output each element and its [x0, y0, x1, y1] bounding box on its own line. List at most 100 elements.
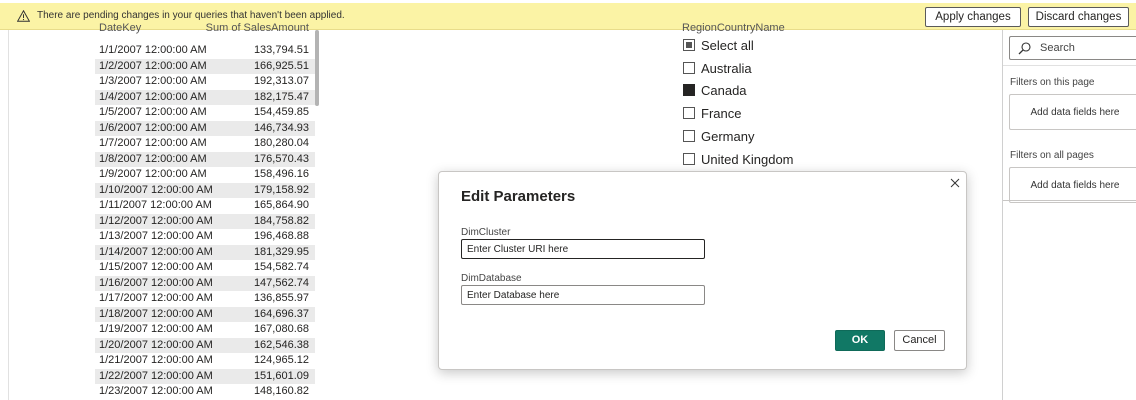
cell-datekey: 1/14/2007 12:00:00 AM — [99, 245, 213, 258]
slicer-item-germany[interactable]: Germany — [682, 128, 882, 146]
table-body: 1/1/2007 12:00:00 AM 133,794.51 1/2/2007 1… — [95, 43, 315, 400]
table-row[interactable]: 1/2/2007 12:00:00 AM 166,925.51 — [95, 58, 315, 74]
table-row[interactable]: 1/3/2007 12:00:00 AM 192,313.07 — [95, 74, 315, 90]
cell-sales-amount: 146,734.93 — [253, 121, 309, 134]
slicer-checkbox[interactable] — [683, 39, 695, 51]
slicer-title: RegionCountryName — [682, 22, 785, 34]
country-slicer: RegionCountryName Select all Australia Can… — [682, 18, 882, 168]
cell-datekey: 1/9/2007 12:00:00 AM — [99, 168, 207, 180]
slicer-item-canada[interactable]: Canada — [682, 82, 882, 100]
cell-datekey: 1/22/2007 12:00:00 AM — [99, 369, 213, 382]
close-icon[interactable] — [948, 176, 962, 190]
cell-sales-amount: 136,855.97 — [253, 292, 309, 304]
table-row[interactable]: 1/13/2007 12:00:00 AM 196,468.88 — [95, 229, 315, 245]
apply-changes-button[interactable]: Apply changes — [925, 7, 1021, 27]
search-placeholder: Search — [1040, 42, 1075, 54]
table-scrollbar[interactable] — [315, 30, 319, 106]
cell-sales-amount: 184,758.82 — [253, 214, 309, 227]
filters-pane: Search Filters on this page Add data fie… — [1002, 30, 1136, 400]
discard-changes-button[interactable]: Discard changes — [1028, 7, 1129, 27]
cell-sales-amount: 192,313.07 — [253, 75, 309, 87]
table-row[interactable]: 1/12/2007 12:00:00 AM 184,758.82 — [95, 213, 315, 229]
filters-on-all-pages-label: Filters on all pages — [1010, 150, 1094, 161]
dimcluster-label: DimCluster — [461, 227, 511, 238]
table-row[interactable]: 1/8/2007 12:00:00 AM 176,570.43 — [95, 151, 315, 167]
cell-sales-amount: 165,864.90 — [253, 199, 309, 211]
table-row[interactable]: 1/11/2007 12:00:00 AM 165,864.90 — [95, 198, 315, 214]
dimdatabase-input[interactable] — [461, 285, 705, 305]
cell-datekey: 1/7/2007 12:00:00 AM — [99, 137, 207, 149]
slicer-checkbox[interactable] — [683, 84, 695, 97]
cell-sales-amount: 147,562.74 — [253, 276, 309, 289]
slicer-checkbox[interactable] — [683, 107, 695, 120]
dimcluster-input[interactable] — [461, 239, 705, 259]
table-row[interactable]: 1/7/2007 12:00:00 AM 180,280.04 — [95, 136, 315, 152]
cell-datekey: 1/5/2007 12:00:00 AM — [99, 106, 207, 118]
slicer-checkbox[interactable] — [683, 129, 695, 142]
cell-sales-amount: 162,546.38 — [253, 338, 309, 351]
table-row[interactable]: 1/14/2007 12:00:00 AM 181,329.95 — [95, 244, 315, 260]
dropzone-text: Add data fields here — [1030, 180, 1120, 191]
slicer-item-australia[interactable]: Australia — [682, 60, 882, 78]
dropzone-text: Add data fields here — [1030, 107, 1120, 118]
cell-datekey: 1/23/2007 12:00:00 AM — [99, 385, 213, 397]
filters-on-this-page-label: Filters on this page — [1010, 77, 1095, 88]
filters-on-this-page-dropzone[interactable]: Add data fields here — [1009, 94, 1136, 130]
cell-datekey: 1/8/2007 12:00:00 AM — [99, 152, 207, 165]
column-header-sales-amount[interactable]: Sum of SalesAmount — [206, 22, 309, 34]
table-row[interactable]: 1/1/2007 12:00:00 AM 133,794.51 — [95, 43, 315, 59]
column-header-datekey[interactable]: DateKey — [99, 22, 141, 34]
cancel-button[interactable]: Cancel — [894, 330, 945, 351]
cell-sales-amount: 154,459.85 — [253, 106, 309, 118]
table-row[interactable]: 1/9/2007 12:00:00 AM 158,496.16 — [95, 167, 315, 183]
table-row[interactable]: 1/18/2007 12:00:00 AM 164,696.37 — [95, 306, 315, 322]
cell-datekey: 1/21/2007 12:00:00 AM — [99, 354, 213, 366]
cell-datekey: 1/4/2007 12:00:00 AM — [99, 90, 207, 103]
cell-sales-amount: 166,925.51 — [253, 59, 309, 72]
cell-sales-amount: 151,601.09 — [253, 369, 309, 382]
dialog-title: Edit Parameters — [461, 188, 576, 205]
warning-icon — [17, 10, 30, 22]
cell-datekey: 1/16/2007 12:00:00 AM — [99, 276, 213, 289]
table-row[interactable]: 1/15/2007 12:00:00 AM 154,582.74 — [95, 260, 315, 276]
cell-sales-amount: 148,160.82 — [253, 385, 309, 397]
slicer-checkbox[interactable] — [683, 152, 695, 165]
table-row[interactable]: 1/6/2007 12:00:00 AM 146,734.93 — [95, 120, 315, 136]
table-row[interactable]: 1/22/2007 12:00:00 AM 151,601.09 — [95, 368, 315, 384]
slicer-item-label: Canada — [701, 83, 747, 99]
cell-datekey: 1/13/2007 12:00:00 AM — [99, 230, 213, 242]
table-row[interactable]: 1/5/2007 12:00:00 AM 154,459.85 — [95, 105, 315, 121]
cell-sales-amount: 179,158.92 — [253, 183, 309, 196]
filters-search-box[interactable]: Search — [1009, 36, 1136, 60]
table-row[interactable]: 1/17/2007 12:00:00 AM 136,855.97 — [95, 291, 315, 307]
cell-datekey: 1/1/2007 12:00:00 AM — [99, 44, 207, 56]
slicer-item-label: United Kingdom — [701, 151, 794, 167]
slicer-item-label: Select all — [701, 38, 754, 53]
slicer-item-label: France — [701, 106, 742, 122]
pane-divider — [1003, 200, 1136, 201]
table-row[interactable]: 1/16/2007 12:00:00 AM 147,562.74 — [95, 275, 315, 291]
cell-datekey: 1/20/2007 12:00:00 AM — [99, 338, 213, 351]
slicer-checkbox[interactable] — [683, 61, 695, 74]
table-row[interactable]: 1/19/2007 12:00:00 AM 167,080.68 — [95, 322, 315, 338]
cell-sales-amount: 164,696.37 — [253, 307, 309, 320]
dimdatabase-label: DimDatabase — [461, 273, 522, 284]
cell-sales-amount: 182,175.47 — [253, 90, 309, 103]
cell-sales-amount: 180,280.04 — [253, 137, 309, 149]
cell-sales-amount: 176,570.43 — [253, 152, 309, 165]
slicer-item-france[interactable]: France — [682, 105, 882, 123]
slicer-item-select-all[interactable]: Select all — [682, 37, 882, 55]
pane-separator — [1003, 65, 1136, 66]
table-row[interactable]: 1/23/2007 12:00:00 AM 148,160.82 — [95, 384, 315, 400]
table-row[interactable]: 1/21/2007 12:00:00 AM 124,965.12 — [95, 353, 315, 369]
cell-datekey: 1/19/2007 12:00:00 AM — [99, 323, 213, 335]
slicer-item-united-kingdom[interactable]: United Kingdom — [682, 151, 882, 169]
table-row[interactable]: 1/10/2007 12:00:00 AM 179,158.92 — [95, 182, 315, 198]
table-row[interactable]: 1/20/2007 12:00:00 AM 162,546.38 — [95, 337, 315, 353]
filters-on-all-pages-dropzone[interactable]: Add data fields here — [1009, 167, 1136, 203]
cell-sales-amount: 181,329.95 — [253, 245, 309, 258]
sales-table[interactable]: DateKey Sum of SalesAmount 1/1/2007 12:0… — [95, 18, 315, 400]
table-row[interactable]: 1/4/2007 12:00:00 AM 182,175.47 — [95, 89, 315, 105]
cell-sales-amount: 196,468.88 — [253, 230, 309, 242]
ok-button[interactable]: OK — [835, 330, 885, 351]
